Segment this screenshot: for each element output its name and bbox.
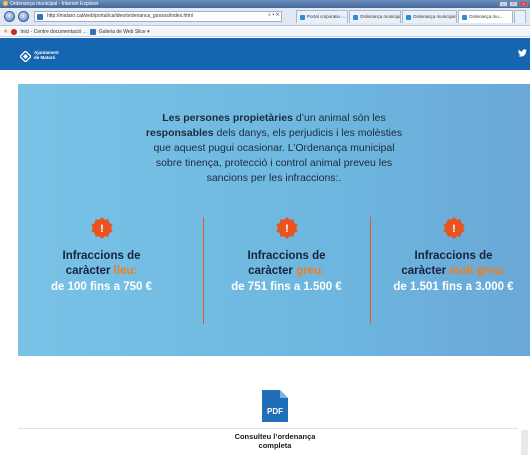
warning-icon: ! [275,217,298,239]
window-controls: – □ × [499,1,528,7]
scrollbar[interactable] [521,430,528,455]
intro-text: d’un animal són les [292,112,386,124]
intro-text: dels danys, els perjudicis i les molèsti… [213,127,403,139]
address-text: http://mataro.cat/web/portal/ca/ideo/ord… [47,13,193,19]
forward-button[interactable]: › [18,11,29,22]
infraction-column-serious: ! Infraccions de caràcter greu: de 751 f… [203,217,370,296]
window-title-bar: Ordenança municipal - Internet Explorer … [0,0,530,8]
maximize-button[interactable]: □ [509,1,518,7]
web-slice-icon [89,28,96,35]
window-title: Ordenança municipal - Internet Explorer [10,1,99,7]
tab-label: Ordenança municipal [360,14,401,19]
pdf-download-link[interactable]: Consulteu l’ordenança completa [215,432,335,450]
warning-icon: ! [90,217,113,239]
favorite-link-1[interactable]: Inici - Centre documentació ... [20,27,86,37]
fine-range: de 100 fins a 750 € [50,281,152,293]
intro-text: sancions per les infraccions:. [206,172,342,184]
minimize-button[interactable]: – [499,1,508,7]
ie-icon [3,1,8,6]
address-tools[interactable]: ⌕ ▾ ✕ [268,12,280,18]
svg-text:!: ! [452,223,456,235]
tab-label: Ordenança mu... [469,14,503,19]
severity-label: molt greu: [449,265,506,277]
favorites-bar: ★ Inici - Centre documentació ... Galeri… [0,27,530,37]
intro-paragraph: Les persones propietàries d’un animal só… [18,111,530,186]
ajuntament-logo[interactable]: Ajuntament de Mataró [19,49,59,63]
tab-ordenanca-2[interactable]: Ordenança municipal [402,10,457,23]
logo-line-1: Ajuntament [34,49,59,55]
close-button[interactable]: × [519,1,528,7]
infraction-heading: Infraccions de [247,250,326,262]
infraction-severity: caràcter greu: [203,264,370,279]
intro-text: que aquest pugui ocasionar. L’Ordenança … [153,142,395,154]
favorite-link-2[interactable]: Galeria de Web Slice ▾ [99,27,150,37]
twitter-icon[interactable] [518,49,527,59]
infraction-severity: caràcter lleu: [18,264,185,279]
severity-prefix: caràcter [401,265,450,277]
intro-bold-responsible: responsables [145,127,214,139]
new-tab-button[interactable] [514,10,526,23]
tab-label: Portal corporatiu -... [307,14,347,19]
infraction-column-mild: ! Infraccions de caràcter lleu: de 100 f… [18,217,185,296]
tab-ordenanca-1[interactable]: Ordenança municipal [349,10,401,23]
logo-line-2: de Mataró [34,54,56,60]
page-favicon [37,14,43,20]
logo-text: Ajuntament de Mataró [34,50,59,60]
intro-text: sobre tinença, protecció i control anima… [155,157,393,169]
crest-icon [19,49,32,63]
infraction-heading: Infraccions de [414,250,493,262]
pdf-label-line-1: Consulteu l’ordenança [234,432,316,441]
tab-portal[interactable]: Portal corporatiu -... [296,10,348,23]
infraction-heading: Infraccions de [62,250,141,262]
pdf-icon[interactable]: PDF [262,390,288,422]
severity-label: greu: [296,265,325,277]
content-divider [18,428,518,429]
fine-range: de 751 fins a 1.500 € [231,281,342,293]
navigation-bar: ‹ › http://mataro.cat/web/portal/ca/ideo… [0,8,530,26]
infraction-column-very-serious: ! Infraccions de caràcter molt greu: de … [370,217,530,296]
address-bar[interactable]: http://mataro.cat/web/portal/ca/ideo/ord… [34,11,282,22]
svg-text:!: ! [285,223,289,235]
tab-strip: Portal corporatiu -... Ordenança municip… [296,10,526,23]
svg-text:!: ! [100,223,104,235]
back-button[interactable]: ‹ [4,11,15,22]
intro-bold-owners: Les persones propietàries [162,112,293,124]
tab-favicon-icon [406,14,411,20]
infraction-severity: caràcter molt greu: [370,264,530,279]
favorites-star-icon[interactable]: ★ [3,27,8,37]
severity-prefix: caràcter [65,265,114,277]
pdf-label-line-2: completa [258,441,292,450]
tab-favicon-icon [462,14,467,20]
severity-label: lleu: [113,265,138,277]
tab-ordenanca-active[interactable]: Ordenança mu... [458,10,513,23]
tab-favicon-icon [300,14,305,20]
fine-range: de 1.501 fins a 3.000 € [393,281,514,293]
warning-icon: ! [442,217,465,239]
site-header: Ajuntament de Mataró [0,38,530,70]
tab-label: Ordenança municipal [413,14,456,19]
severity-prefix: caràcter [248,265,297,277]
sanctions-banner: Les persones propietàries d’un animal só… [18,84,530,356]
tab-favicon-icon [353,14,358,20]
pdf-icon-label: PDF [267,407,283,416]
favorite-site-icon [11,28,18,35]
